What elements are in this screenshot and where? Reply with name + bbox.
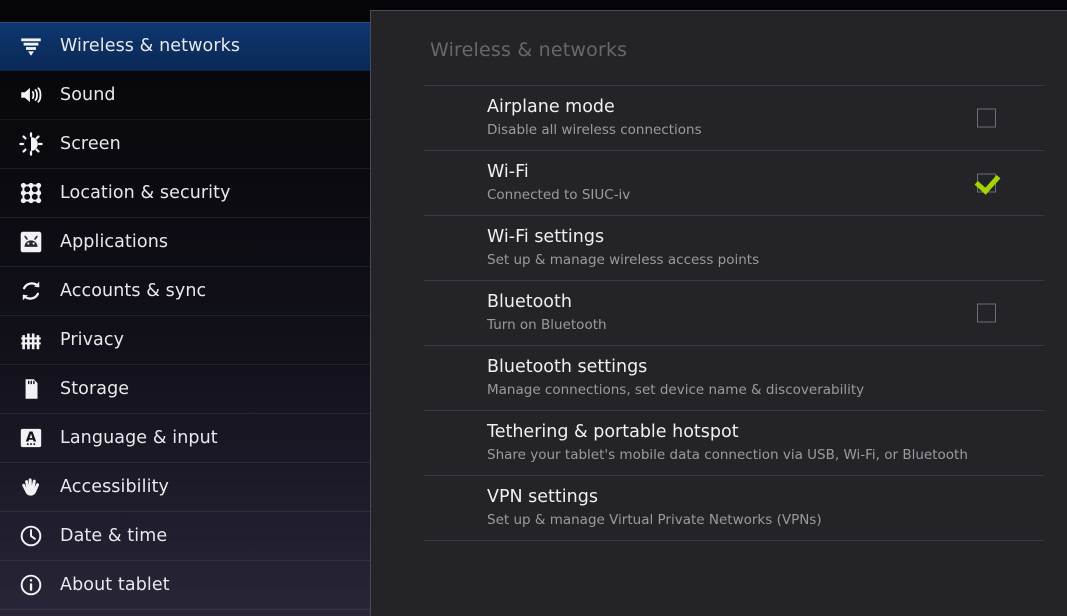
sidebar-item-label: Privacy [60, 330, 125, 350]
row-control [977, 303, 996, 323]
sidebar-item-privacy[interactable]: Privacy [0, 316, 371, 365]
sound-icon [16, 80, 46, 110]
row-title: Bluetooth [487, 292, 572, 313]
row-text-block: Bluetooth settings Manage connections, se… [424, 357, 864, 398]
row-subtitle: Disable all wireless connections [487, 122, 702, 139]
sidebar-item-date-time[interactable]: Date & time [0, 512, 371, 561]
sidebar-item-storage[interactable]: Storage [0, 365, 371, 414]
hand-icon [16, 472, 46, 502]
sidebar-item-label: Accounts & sync [60, 281, 207, 301]
settings-screen: Wireless & networks Sound Screen Location &… [0, 0, 1067, 616]
row-subtitle: Set up & manage Virtual Private Networks… [487, 512, 822, 529]
row-subtitle: Share your tablet's mobile data connecti… [487, 447, 968, 464]
row-text-block: Wi-Fi Connected to SIUC-iv [424, 162, 630, 203]
row-control [977, 173, 996, 193]
settings-row-vpn-settings[interactable]: VPN settings Set up & manage Virtual Priv… [424, 475, 1044, 540]
row-title: VPN settings [487, 487, 598, 508]
checkbox-unchecked[interactable] [977, 108, 996, 128]
sidebar-item-label: Location & security [60, 183, 231, 203]
sidebar-item-location-security[interactable]: Location & security [0, 169, 371, 218]
wireless-icon [16, 31, 46, 61]
checkbox-checked[interactable] [977, 173, 996, 193]
sidebar-item-label: Wireless & networks [60, 36, 241, 56]
row-text-block: Wi-Fi settings Set up & manage wireless a… [424, 227, 759, 268]
sdcard-storage-icon [16, 374, 46, 404]
sidebar-item-label: Storage [60, 379, 130, 399]
row-control [977, 108, 996, 128]
settings-sidebar: Wireless & networks Sound Screen Location &… [0, 0, 371, 616]
list-bottom-divider [424, 540, 1044, 541]
fence-privacy-icon [16, 325, 46, 355]
row-text-block: Airplane mode Disable all wireless connec… [424, 97, 702, 138]
checkbox-unchecked[interactable] [977, 303, 996, 323]
settings-content-panel: Wireless & networks Airplane mode Disable… [370, 10, 1067, 616]
row-subtitle: Manage connections, set device name & di… [487, 382, 865, 399]
sidebar-item-label: About tablet [60, 575, 170, 595]
sidebar-item-label: Screen [60, 134, 121, 154]
row-text-block: VPN settings Set up & manage Virtual Priv… [424, 487, 822, 528]
sidebar-item-sound[interactable]: Sound [0, 71, 371, 120]
settings-row-bluetooth[interactable]: Bluetooth Turn on Bluetooth [424, 280, 1044, 345]
sidebar-item-screen[interactable]: Screen [0, 120, 371, 169]
row-title: Bluetooth settings [487, 357, 648, 378]
pattern-lock-icon [16, 178, 46, 208]
keyboard-letter-a-icon: A [16, 423, 46, 453]
sidebar-item-language-input[interactable]: A Language & input [0, 414, 371, 463]
settings-row-airplane-mode[interactable]: Airplane mode Disable all wireless connec… [424, 85, 1044, 150]
row-title: Wi-Fi settings [487, 227, 605, 248]
sidebar-item-accounts-sync[interactable]: Accounts & sync [0, 267, 371, 316]
settings-row-wi-fi[interactable]: Wi-Fi Connected to SIUC-iv [424, 150, 1044, 215]
clock-icon [16, 521, 46, 551]
sidebar-item-accessibility[interactable]: Accessibility [0, 463, 371, 512]
screen-brightness-icon [16, 129, 46, 159]
row-title: Airplane mode [487, 97, 615, 118]
row-title: Tethering & portable hotspot [487, 422, 739, 443]
sidebar-item-label: Accessibility [60, 477, 169, 497]
sidebar-item-applications[interactable]: Applications [0, 218, 371, 267]
row-subtitle: Set up & manage wireless access points [487, 252, 760, 269]
row-subtitle: Turn on Bluetooth [487, 317, 607, 334]
sidebar-item-label: Language & input [60, 428, 218, 448]
settings-row-list: Airplane mode Disable all wireless connec… [424, 85, 1044, 541]
info-circle-icon [16, 570, 46, 600]
sidebar-item-label: Applications [60, 232, 169, 252]
sidebar-item-label: Date & time [60, 526, 168, 546]
row-subtitle: Connected to SIUC-iv [487, 187, 631, 204]
sync-icon [16, 276, 46, 306]
sidebar-item-wireless-networks[interactable]: Wireless & networks [0, 22, 371, 71]
row-text-block: Tethering & portable hotspot Share your t… [424, 422, 968, 463]
android-applications-icon [16, 227, 46, 257]
settings-row-wi-fi-settings[interactable]: Wi-Fi settings Set up & manage wireless a… [424, 215, 1044, 280]
row-title: Wi-Fi [487, 162, 529, 183]
sidebar-item-label: Sound [60, 85, 116, 105]
page-title: Wireless & networks [430, 39, 628, 61]
settings-row-bluetooth-settings[interactable]: Bluetooth settings Manage connections, se… [424, 345, 1044, 410]
sidebar-top-gap [0, 0, 371, 22]
row-text-block: Bluetooth Turn on Bluetooth [424, 292, 607, 333]
settings-row-tethering-portable-hotspot[interactable]: Tethering & portable hotspot Share your t… [424, 410, 1044, 475]
sidebar-item-about-tablet[interactable]: About tablet [0, 561, 371, 610]
